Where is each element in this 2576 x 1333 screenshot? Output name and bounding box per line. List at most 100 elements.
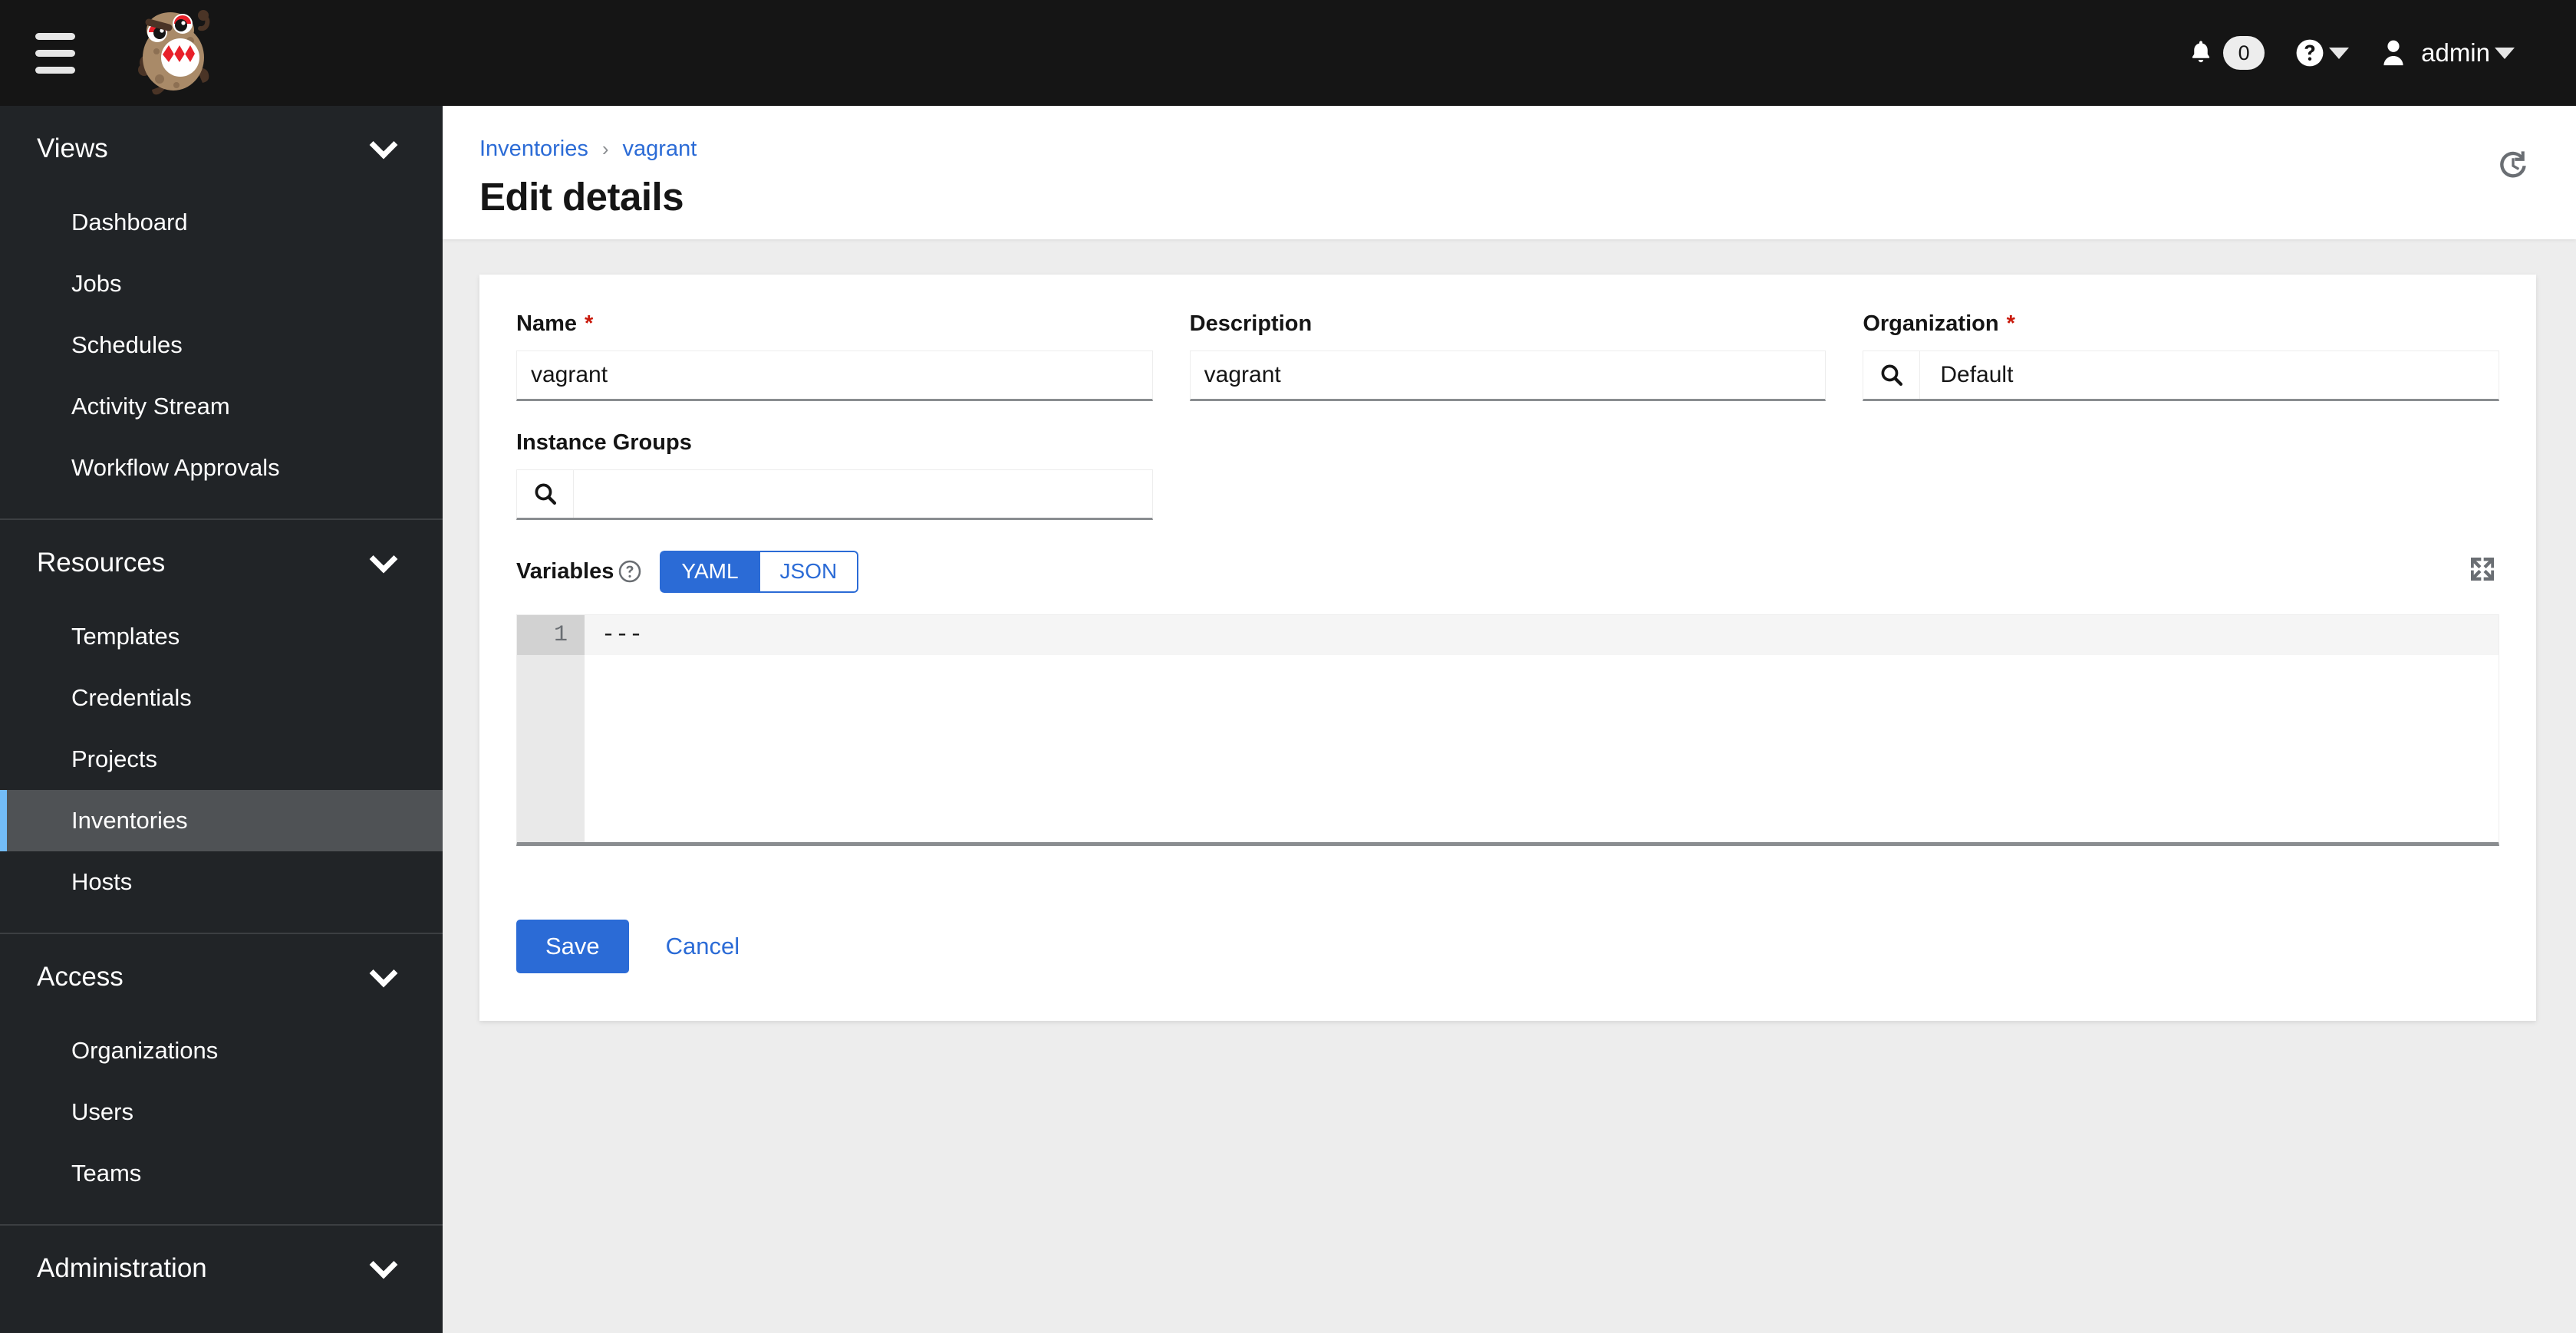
- instance-groups-label: Instance Groups: [516, 430, 692, 455]
- code-line[interactable]: ---: [585, 614, 2499, 655]
- variables-header: Variables YAML JSON: [516, 551, 2499, 593]
- edit-details-card: Name * vagrant Description vagrant Organ…: [479, 275, 2536, 1021]
- name-field-group: Name * vagrant: [516, 311, 1153, 401]
- nav-group-header-access[interactable]: Access: [0, 934, 443, 1020]
- awx-mascot-logo[interactable]: [117, 7, 232, 99]
- name-label: Name: [516, 311, 577, 336]
- chevron-down-icon: [369, 959, 398, 988]
- breadcrumb-item-inventories[interactable]: Inventories: [479, 137, 588, 162]
- required-asterisk: *: [585, 311, 594, 336]
- sidebar-item-teams[interactable]: Teams: [0, 1143, 443, 1204]
- history-icon[interactable]: [2492, 143, 2535, 186]
- sidebar-item-credentials[interactable]: Credentials: [0, 667, 443, 729]
- sidebar-item-hosts[interactable]: Hosts: [0, 851, 443, 913]
- bell-icon: [2192, 41, 2210, 63]
- sidebar-item-activity-stream[interactable]: Activity Stream: [0, 376, 443, 437]
- nav-group-administration: Administration Credential Types: [0, 1224, 443, 1333]
- variables-code-editor[interactable]: 1 ---: [516, 614, 2499, 846]
- masthead: 0 admin: [0, 0, 2576, 106]
- search-icon[interactable]: [517, 470, 574, 518]
- cancel-button[interactable]: Cancel: [646, 920, 760, 973]
- sidebar-item-dashboard[interactable]: Dashboard: [0, 192, 443, 253]
- username-label: admin: [2421, 38, 2490, 67]
- hamburger-bar: [35, 66, 75, 74]
- app-root: 0 admin Views Dashboard Jobs Schedules A…: [0, 0, 2576, 1333]
- organization-label: Organization: [1863, 311, 1999, 336]
- required-asterisk: *: [2006, 311, 2015, 336]
- variables-format-toggle: YAML JSON: [660, 551, 859, 593]
- sidebar-item-organizations[interactable]: Organizations: [0, 1020, 443, 1081]
- organization-lookup: Default: [1863, 351, 2500, 401]
- question-circle-icon: [2296, 39, 2324, 67]
- description-field-group: Description vagrant: [1189, 311, 1827, 401]
- instance-groups-input[interactable]: [574, 470, 614, 518]
- nav-group-body-views: Dashboard Jobs Schedules Activity Stream…: [0, 192, 443, 518]
- body-container: Views Dashboard Jobs Schedules Activity …: [0, 106, 2576, 1333]
- nav-group-title: Access: [37, 962, 124, 992]
- sidebar-item-jobs[interactable]: Jobs: [0, 253, 443, 314]
- form-actions: Save Cancel: [516, 919, 2499, 973]
- variables-label: Variables: [516, 558, 614, 584]
- sidebar-nav: Views Dashboard Jobs Schedules Activity …: [0, 106, 443, 1333]
- instance-groups-lookup: [516, 469, 1153, 520]
- nav-group-header-views[interactable]: Views: [0, 106, 443, 192]
- help-button[interactable]: [2280, 0, 2364, 106]
- toggle-yaml-button[interactable]: YAML: [660, 551, 759, 593]
- breadcrumb-item-vagrant[interactable]: vagrant: [623, 137, 697, 162]
- page-header: Inventories › vagrant Edit details: [443, 106, 2576, 239]
- hamburger-menu-icon[interactable]: [35, 32, 75, 74]
- nav-group-body-resources: Templates Credentials Projects Inventori…: [0, 606, 443, 933]
- sidebar-item-workflow-approvals[interactable]: Workflow Approvals: [0, 437, 443, 499]
- notifications-button[interactable]: 0: [2174, 0, 2280, 106]
- question-circle-icon[interactable]: [618, 560, 641, 583]
- expand-arrows-icon[interactable]: [2466, 552, 2499, 586]
- nav-group-views: Views Dashboard Jobs Schedules Activity …: [0, 106, 443, 518]
- nav-group-resources: Resources Templates Credentials Projects…: [0, 518, 443, 933]
- user-avatar-icon: [2383, 40, 2403, 66]
- nav-group-body-administration: Credential Types: [0, 1312, 443, 1333]
- masthead-toolbar: 0 admin: [2174, 0, 2576, 106]
- breadcrumb: Inventories › vagrant: [479, 137, 2530, 162]
- toggle-json-button[interactable]: JSON: [758, 551, 859, 593]
- editor-code-area[interactable]: ---: [585, 614, 2499, 842]
- description-label: Description: [1189, 311, 1313, 336]
- line-number: 1: [517, 614, 585, 655]
- sidebar-item-inventories[interactable]: Inventories: [0, 790, 443, 851]
- sidebar-item-projects[interactable]: Projects: [0, 729, 443, 790]
- nav-group-header-administration[interactable]: Administration: [0, 1226, 443, 1312]
- instance-groups-field-group: Instance Groups: [516, 430, 1153, 520]
- chevron-down-icon: [369, 545, 398, 574]
- organization-field-group: Organization * Default: [1863, 311, 2500, 401]
- sidebar-item-users[interactable]: Users: [0, 1081, 443, 1143]
- nav-group-header-resources[interactable]: Resources: [0, 520, 443, 606]
- hamburger-bar: [35, 49, 75, 57]
- nav-group-access: Access Organizations Users Teams: [0, 933, 443, 1224]
- description-input[interactable]: vagrant: [1189, 351, 1827, 401]
- nav-group-title: Resources: [37, 548, 166, 578]
- instance-groups-label-wrap: Instance Groups: [516, 430, 1153, 456]
- name-input[interactable]: vagrant: [516, 351, 1153, 401]
- chevron-down-icon: [369, 130, 398, 160]
- description-label-wrap: Description: [1190, 311, 1827, 337]
- sidebar-item-schedules[interactable]: Schedules: [0, 314, 443, 376]
- notification-count-badge: 0: [2223, 36, 2265, 70]
- user-menu-button[interactable]: admin: [2364, 0, 2530, 106]
- form-row-instance-groups: Instance Groups: [516, 430, 2499, 520]
- nav-group-body-access: Organizations Users Teams: [0, 1020, 443, 1224]
- name-label-wrap: Name *: [516, 311, 1153, 337]
- page-title: Edit details: [479, 175, 684, 219]
- editor-line-numbers: 1: [517, 614, 585, 842]
- hamburger-bar: [35, 32, 75, 40]
- form-row-primary: Name * vagrant Description vagrant Organ…: [516, 311, 2500, 401]
- chevron-down-icon: [369, 1250, 398, 1279]
- nav-group-title: Views: [37, 133, 108, 163]
- organization-value[interactable]: Default: [1920, 351, 2033, 399]
- save-button[interactable]: Save: [516, 919, 629, 973]
- sidebar-item-credential-types[interactable]: Credential Types: [0, 1312, 443, 1333]
- variables-label-wrap: Variables: [516, 559, 641, 584]
- spacer-col: [1190, 430, 1827, 520]
- search-icon[interactable]: [1863, 351, 1921, 399]
- nav-group-title: Administration: [37, 1253, 207, 1283]
- sidebar-item-templates[interactable]: Templates: [0, 606, 443, 667]
- caret-down-icon: [2495, 47, 2515, 59]
